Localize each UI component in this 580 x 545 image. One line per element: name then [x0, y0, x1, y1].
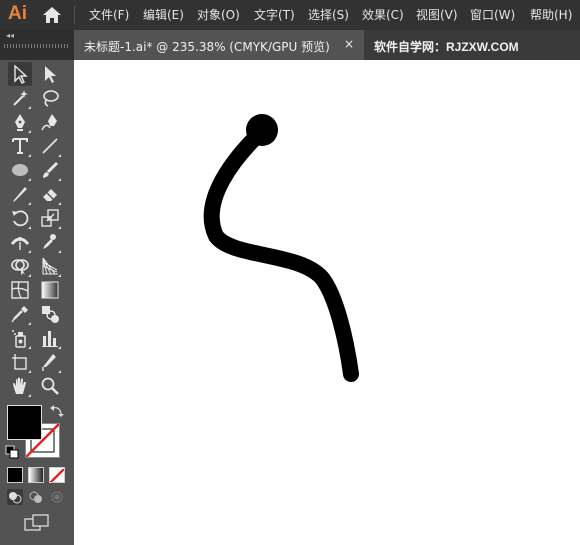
slice-tool-icon	[42, 354, 56, 371]
menu-edit[interactable]: 编辑(E)	[143, 0, 184, 30]
eyedropper-tool[interactable]	[8, 302, 32, 326]
none-icon	[50, 468, 64, 482]
menu-effect[interactable]: 效果(C)	[362, 0, 404, 30]
type-tool-icon	[12, 138, 28, 154]
fill-color-swatch[interactable]	[7, 405, 42, 440]
menu-divider	[74, 6, 75, 24]
paintbrush-tool[interactable]	[38, 158, 62, 182]
perspective-grid-tool-icon	[42, 257, 58, 275]
color-mode-button[interactable]	[7, 467, 23, 483]
tools-panel	[0, 60, 74, 545]
selection-tool[interactable]	[8, 62, 32, 86]
document-tab-bar: ◂◂ 未标题-1.ai* @ 235.38% (CMYK/GPU 预览) × 软…	[0, 30, 580, 60]
collapse-icon[interactable]: ◂◂	[6, 31, 14, 40]
menu-bar: Ai 文件(F) 编辑(E) 对象(O) 文字(T) 选择(S) 效果(C) 视…	[0, 0, 580, 30]
eyedropper-tool-icon	[11, 306, 28, 323]
swap-colors-icon[interactable]	[50, 404, 64, 418]
gradient-tool-icon	[41, 281, 59, 299]
scale-tool[interactable]	[38, 206, 62, 230]
home-icon[interactable]	[42, 6, 62, 24]
width-tool-icon	[10, 237, 30, 250]
gradient-mode-button[interactable]	[28, 467, 44, 483]
ellipse-tool-icon	[12, 164, 28, 176]
puppet-warp-tool[interactable]	[38, 230, 62, 254]
eraser-tool[interactable]	[38, 182, 62, 206]
blend-tool[interactable]	[38, 302, 62, 326]
menu-object[interactable]: 对象(O)	[197, 0, 240, 30]
shape-builder-tool[interactable]	[8, 254, 32, 278]
app-logo: Ai	[8, 3, 27, 24]
symbol-sprayer-tool[interactable]	[8, 326, 32, 350]
lasso-tool[interactable]	[38, 86, 62, 110]
magic-wand-tool[interactable]	[8, 86, 32, 110]
magic-wand-tool-icon	[13, 90, 28, 106]
blend-tool-icon	[42, 306, 59, 323]
zoom-tool[interactable]	[38, 374, 62, 398]
slice-tool[interactable]	[38, 350, 62, 374]
document-tab[interactable]: 未标题-1.ai* @ 235.38% (CMYK/GPU 预览) ×	[74, 30, 364, 60]
column-graph-tool-icon	[42, 331, 58, 347]
mesh-tool-icon	[11, 281, 29, 299]
zoom-tool-icon	[41, 377, 59, 395]
draw-behind-icon	[29, 491, 42, 503]
ellipse-tool[interactable]	[8, 158, 32, 182]
screen-mode-icon[interactable]	[24, 514, 50, 532]
watermark-label: 软件自学网：RJZXW.COM	[374, 40, 519, 54]
artboard-tool-icon	[12, 354, 27, 370]
paintbrush-tool-icon	[43, 161, 59, 178]
pencil-tool[interactable]	[8, 182, 32, 206]
menu-window[interactable]: 窗口(W)	[470, 0, 515, 30]
brush-stroke-path	[203, 123, 359, 382]
none-mode-button[interactable]	[49, 467, 65, 483]
column-graph-tool[interactable]	[38, 326, 62, 350]
default-colors-icon[interactable]	[5, 445, 19, 459]
draw-inside-button[interactable]	[49, 489, 65, 505]
document-tab-title: 未标题-1.ai* @ 235.38% (CMYK/GPU 预览)	[84, 40, 330, 54]
artboard-canvas[interactable]	[74, 60, 580, 545]
curvature-tool[interactable]	[38, 110, 62, 134]
drawn-path-artwork[interactable]	[74, 60, 580, 545]
selection-tool-icon	[14, 64, 28, 84]
shape-builder-tool-icon	[11, 259, 29, 275]
lasso-tool-icon	[43, 90, 59, 107]
menu-view[interactable]: 视图(V)	[416, 0, 458, 30]
curvature-tool-icon	[41, 114, 57, 131]
direct-selection-tool[interactable]	[38, 62, 62, 86]
draw-normal-button[interactable]	[7, 489, 23, 505]
draw-normal-icon	[9, 492, 22, 504]
line-segment-tool-icon	[42, 138, 58, 154]
pen-tool-icon	[15, 114, 25, 131]
type-tool[interactable]	[8, 134, 32, 158]
artboard-tool[interactable]	[8, 350, 32, 374]
width-tool[interactable]	[8, 230, 32, 254]
draw-inside-icon	[51, 491, 63, 503]
close-tab-button[interactable]: ×	[344, 37, 354, 51]
menu-help[interactable]: 帮助(H)	[530, 0, 572, 30]
line-segment-tool[interactable]	[38, 134, 62, 158]
pen-tool[interactable]	[8, 110, 32, 134]
gradient-tool[interactable]	[38, 278, 62, 302]
hand-tool-icon	[13, 377, 26, 394]
rotate-tool[interactable]	[8, 206, 32, 230]
panel-grip[interactable]	[4, 44, 70, 48]
mesh-tool[interactable]	[8, 278, 32, 302]
direct-selection-tool-icon	[45, 66, 56, 83]
toolbar-header: ◂◂	[0, 30, 74, 60]
path-anchor-point	[246, 114, 278, 146]
menu-type[interactable]: 文字(T)	[254, 0, 295, 30]
eraser-tool-icon	[43, 189, 57, 201]
symbol-sprayer-tool-icon	[12, 330, 26, 348]
scale-tool-icon	[41, 209, 59, 227]
hand-tool[interactable]	[8, 374, 32, 398]
pencil-tool-icon	[13, 187, 27, 202]
rotate-tool-icon	[12, 210, 29, 227]
menu-file[interactable]: 文件(F)	[89, 0, 129, 30]
draw-behind-button[interactable]	[28, 489, 44, 505]
puppet-warp-tool-icon	[43, 234, 56, 249]
menu-select[interactable]: 选择(S)	[308, 0, 349, 30]
perspective-grid-tool[interactable]	[38, 254, 62, 278]
